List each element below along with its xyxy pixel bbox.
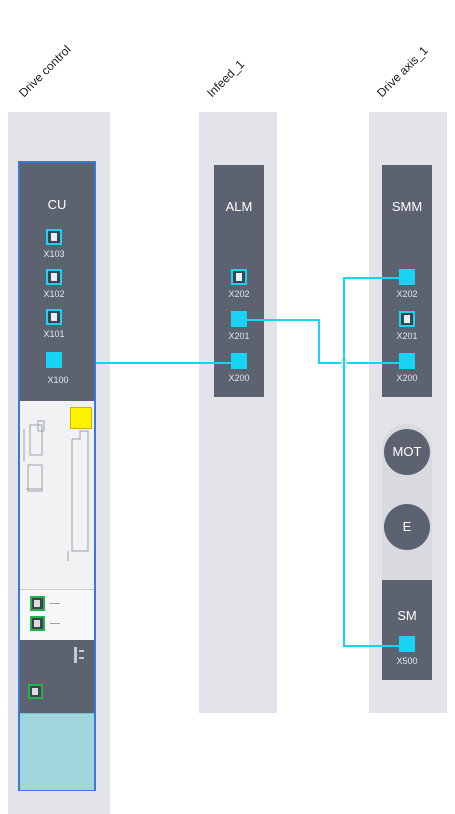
cu-port-x100[interactable] bbox=[46, 352, 62, 368]
sm-port-x500[interactable] bbox=[399, 636, 415, 652]
sm-title: SM bbox=[397, 608, 417, 623]
control-unit-module[interactable]: CU X103 X102 X101 X100 bbox=[18, 161, 96, 791]
cu-port-x103-label: X103 bbox=[43, 249, 65, 259]
alm-title: ALM bbox=[225, 199, 253, 214]
smm-port-x201[interactable] bbox=[399, 311, 415, 327]
column-label-infeed: Infeed_1 bbox=[204, 57, 248, 100]
smm-port-x202-label: X202 bbox=[396, 289, 418, 299]
cu-title: CU bbox=[47, 197, 67, 212]
cu-port-x102-label: X102 bbox=[43, 289, 65, 299]
alm-port-x202[interactable] bbox=[231, 269, 247, 285]
cable-smm-x202-segment-3[interactable] bbox=[343, 645, 400, 647]
cu-ethernet-port-3[interactable] bbox=[28, 684, 43, 699]
cu-panel-outline bbox=[23, 420, 89, 561]
alm-port-x200[interactable] bbox=[231, 353, 247, 369]
cu-indicator-marks bbox=[74, 647, 84, 663]
cu-port-x103[interactable] bbox=[46, 229, 62, 245]
cable-smm-x202-segment-1[interactable] bbox=[343, 277, 400, 279]
alm-port-x200-label: X200 bbox=[228, 373, 250, 383]
cu-port-x102[interactable] bbox=[46, 269, 62, 285]
cu-ethernet-marker-1 bbox=[50, 603, 60, 604]
cu-port-x101[interactable] bbox=[46, 309, 62, 325]
cable-alm-x201-segment-1[interactable] bbox=[247, 319, 319, 321]
smm-port-x201-label: X201 bbox=[396, 331, 418, 341]
sm-port-x500-label: X500 bbox=[396, 656, 418, 666]
cu-port-x100-label: X100 bbox=[47, 375, 69, 385]
column-label-drive-axis: Drive axis_1 bbox=[374, 43, 431, 100]
cu-ethernet-port-2[interactable] bbox=[30, 616, 45, 631]
cable-cu-x100-alm-x200[interactable] bbox=[96, 362, 231, 364]
cu-front-panel bbox=[20, 401, 94, 589]
cu-ethernet-marker-2 bbox=[50, 623, 60, 624]
memory-card-slot[interactable] bbox=[20, 713, 94, 790]
cable-alm-x201-segment-2[interactable] bbox=[318, 319, 320, 363]
cable-smm-x202-segment-2[interactable] bbox=[343, 277, 345, 646]
cu-ethernet-port-1[interactable] bbox=[30, 596, 45, 611]
smm-port-x200-label: X200 bbox=[396, 373, 418, 383]
alm-port-x202-label: X202 bbox=[228, 289, 250, 299]
cable-crossing-bridge bbox=[343, 358, 345, 368]
column-label-drive-control: Drive control bbox=[16, 42, 74, 100]
cable-alm-x201-segment-3[interactable] bbox=[318, 362, 400, 364]
smm-port-x202[interactable] bbox=[399, 269, 415, 285]
encoder-icon: E bbox=[384, 504, 430, 550]
alm-port-x201-label: X201 bbox=[228, 331, 250, 341]
cu-port-x101-label: X101 bbox=[43, 329, 65, 339]
motor-icon: MOT bbox=[384, 429, 430, 475]
alm-port-x201[interactable] bbox=[231, 311, 247, 327]
smm-title: SMM bbox=[391, 199, 423, 214]
smm-port-x200[interactable] bbox=[399, 353, 415, 369]
cu-ethernet-section bbox=[20, 589, 94, 640]
sm-module[interactable]: SM X500 bbox=[382, 580, 432, 680]
